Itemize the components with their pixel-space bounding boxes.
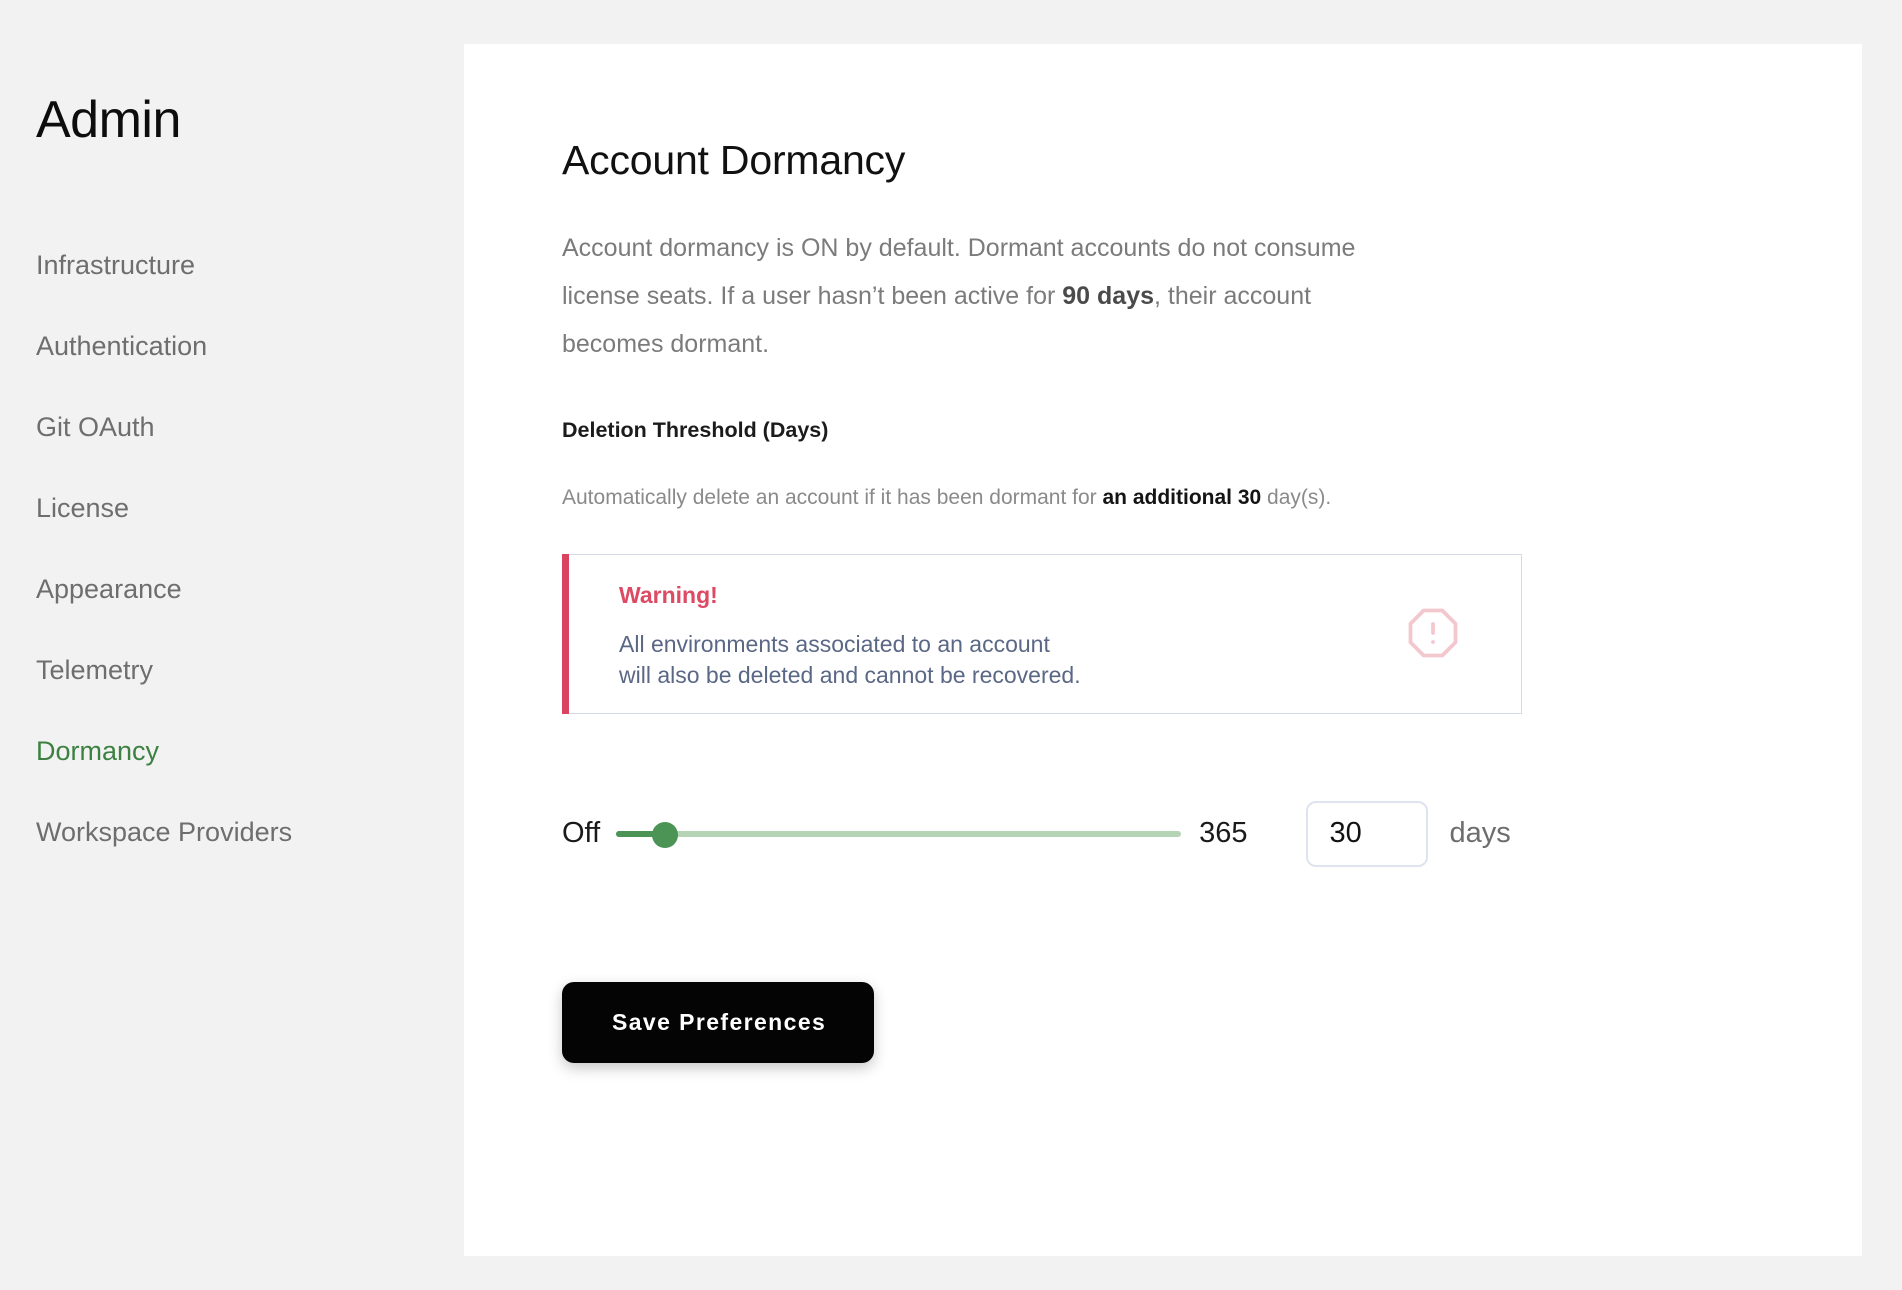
helper-text: Automatically delete an account if it ha… (562, 487, 1762, 508)
sidebar-item-workspace-providers[interactable]: Workspace Providers (36, 819, 436, 900)
warning-body: All environments associated to an accoun… (619, 630, 1081, 688)
admin-dormancy-page: Admin Infrastructure Authentication Git … (0, 0, 1902, 1290)
threshold-slider[interactable] (616, 820, 1182, 848)
sidebar-item-authentication[interactable]: Authentication (36, 333, 436, 414)
helper-text-part1: Automatically delete an account if it ha… (562, 485, 1103, 509)
sidebar-item-license[interactable]: License (36, 495, 436, 576)
alert-octagon-icon (1406, 606, 1460, 660)
threshold-slider-row: Off 365 days (562, 798, 1762, 870)
warning-accent-bar (562, 553, 569, 714)
slider-thumb[interactable] (652, 821, 679, 848)
slider-min-label: Off (562, 817, 601, 849)
sidebar-item-dormancy[interactable]: Dormancy (36, 738, 436, 819)
sidebar-item-git-oauth[interactable]: Git OAuth (36, 414, 436, 495)
content-inner: Account Dormancy Account dormancy is ON … (562, 140, 1762, 1063)
warning-title: Warning! (619, 581, 718, 608)
slider-track[interactable] (616, 830, 1182, 837)
sidebar-item-telemetry[interactable]: Telemetry (36, 657, 436, 738)
slider-max-label: 365 (1199, 817, 1248, 849)
sidebar-nav: Infrastructure Authentication Git OAuth … (36, 252, 436, 900)
page-title: Account Dormancy (562, 137, 906, 183)
sidebar-item-appearance[interactable]: Appearance (36, 576, 436, 657)
sidebar-title: Admin (36, 91, 181, 149)
days-input[interactable] (1305, 800, 1428, 867)
days-unit-label: days (1449, 817, 1511, 849)
sidebar-item-infrastructure[interactable]: Infrastructure (36, 252, 436, 333)
warning-callout: Warning! All environments associated to … (562, 553, 1522, 714)
intro-paragraph: Account dormancy is ON by default. Dorma… (562, 224, 1392, 368)
save-preferences-button[interactable]: Save Preferences (562, 981, 875, 1063)
sidebar: Admin Infrastructure Authentication Git … (0, 0, 464, 1290)
content-card: Account Dormancy Account dormancy is ON … (464, 44, 1862, 1256)
helper-text-part2: day(s). (1261, 485, 1332, 509)
deletion-threshold-label: Deletion Threshold (Days) (562, 418, 829, 442)
warning-content: Warning! All environments associated to … (619, 581, 1081, 691)
intro-highlight-90-days: 90 days (1062, 282, 1155, 310)
helper-highlight-additional-days: an additional 30 (1102, 485, 1262, 509)
